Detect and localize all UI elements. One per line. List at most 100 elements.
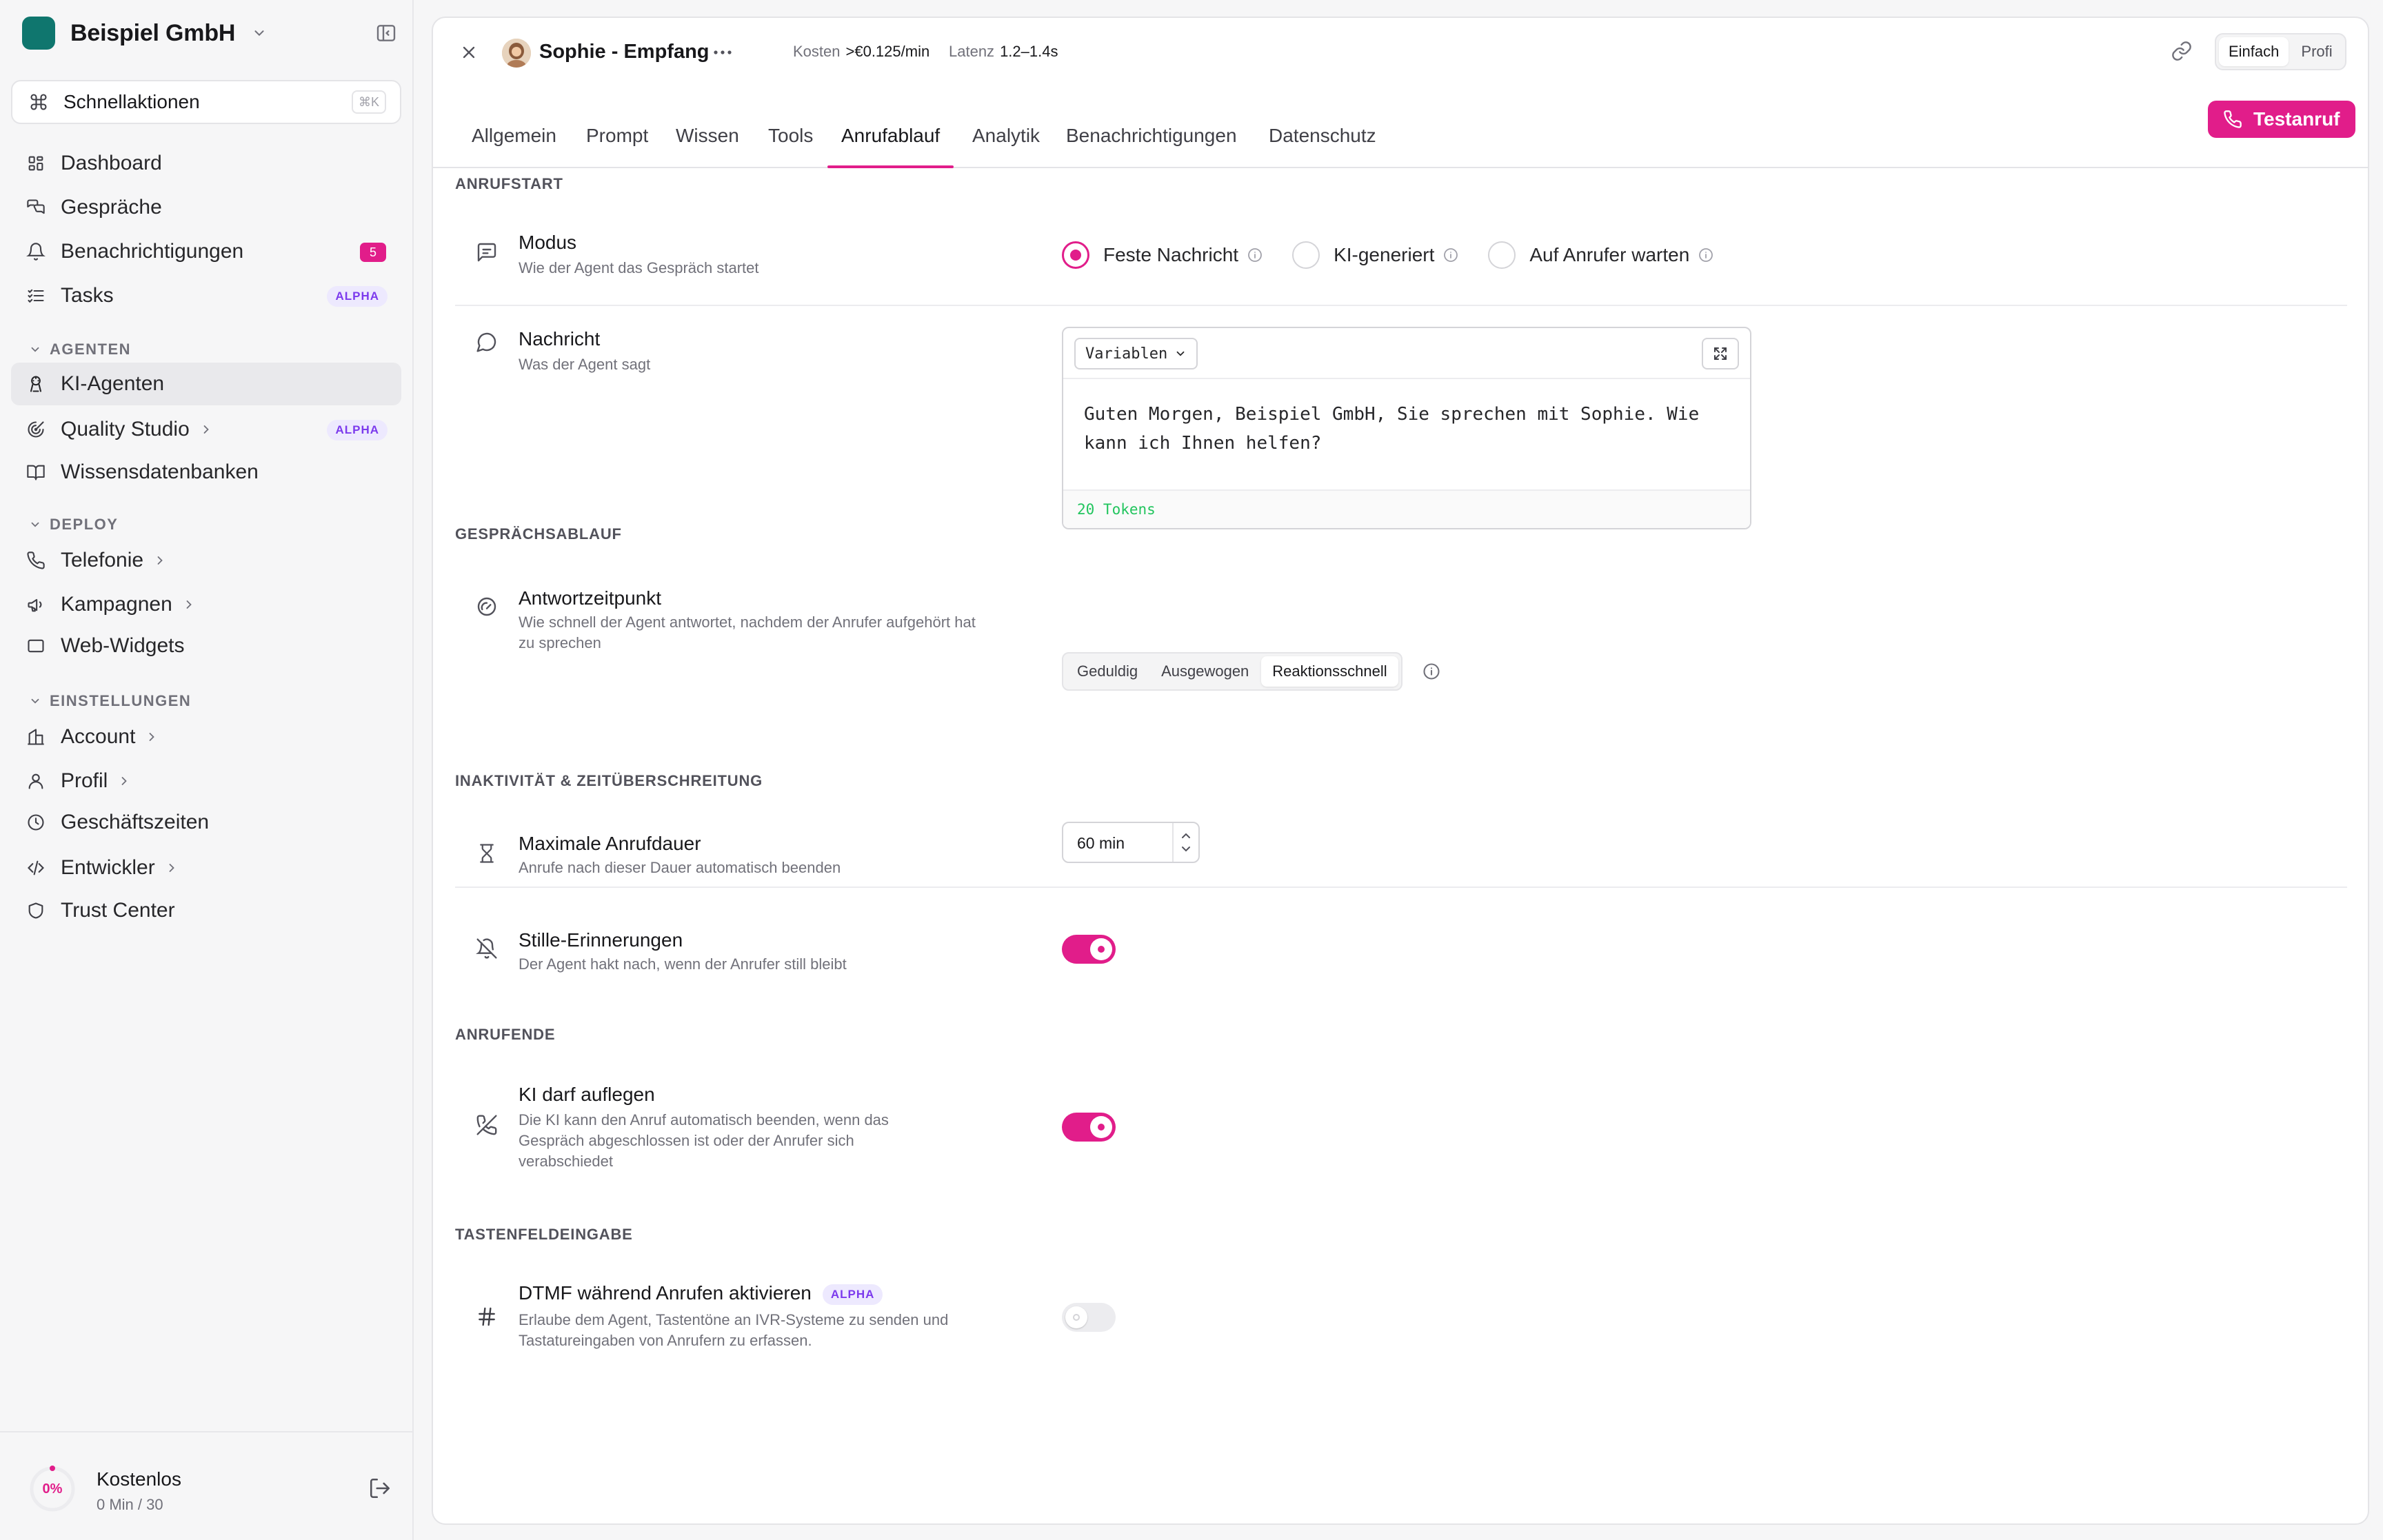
robot-icon [25, 373, 47, 395]
radio-ai-generated[interactable] [1292, 241, 1320, 269]
tab-general[interactable]: Allgemein [472, 105, 556, 167]
chevron-right-icon [153, 554, 167, 567]
max-duration-description: Anrufe nach dieser Dauer automatisch bee… [519, 859, 841, 876]
org-name: Beispiel GmbH [70, 19, 236, 46]
row-divider [455, 305, 2347, 306]
view-mode-toggle: Einfach Profi [2215, 33, 2346, 70]
nav-section-label: DEPLOY [50, 516, 119, 533]
sidebar-item-label: Quality Studio [61, 418, 190, 440]
response-timing-segmented: Geduldig Ausgewogen Reaktionsschnell [1062, 652, 1402, 691]
test-call-button[interactable]: Testanruf [2208, 101, 2355, 138]
message-title: Nachricht [519, 328, 601, 349]
sidebar-item-account[interactable]: Account [11, 716, 401, 758]
list-check-icon [25, 285, 47, 307]
latency-meta: Latenz 1.2–1.4s [949, 43, 1058, 61]
sidebar-item-knowledge-bases[interactable]: Wissensdatenbanken [11, 451, 401, 494]
building-icon [25, 726, 47, 748]
timing-option-balanced[interactable]: Ausgewogen [1150, 656, 1260, 687]
maximize-icon [1714, 347, 1727, 360]
sidebar-item-profile[interactable]: Profil [11, 760, 401, 802]
sidebar-item-label: Dashboard [61, 152, 162, 174]
dtmf-toggle[interactable] [1062, 1303, 1116, 1332]
info-icon[interactable] [1422, 662, 1441, 681]
clock-icon [25, 811, 47, 833]
radio-wait-for-caller[interactable] [1488, 241, 1516, 269]
timing-option-responsive[interactable]: Reaktionsschnell [1261, 656, 1398, 687]
sidebar-item-conversations[interactable]: Gespräche [11, 186, 401, 229]
sidebar-item-label: Entwickler [61, 856, 155, 879]
info-icon[interactable] [1442, 247, 1459, 263]
variables-dropdown[interactable]: Variablen [1074, 338, 1198, 369]
test-call-label: Testanruf [2253, 108, 2340, 130]
avatar [502, 39, 531, 68]
chevron-down-icon [1176, 351, 1185, 356]
silence-reminders-toggle[interactable] [1062, 935, 1116, 964]
message-circle-icon [474, 330, 499, 354]
nav-section-label: EINSTELLUNGEN [50, 692, 192, 709]
book-open-icon [25, 461, 47, 483]
view-mode-simple[interactable]: Einfach [2219, 37, 2289, 66]
message-text[interactable]: Guten Morgen, Beispiel GmbH, Sie spreche… [1084, 400, 1732, 458]
mode-description: Wie der Agent das Gespräch startet [519, 259, 759, 276]
latency-value: 1.2–1.4s [1000, 43, 1058, 60]
sidebar-item-web-widgets[interactable]: Web-Widgets [11, 625, 401, 667]
info-icon[interactable] [1698, 247, 1714, 263]
link-icon[interactable] [2171, 40, 2193, 62]
sidebar-item-telephony[interactable]: Telefonie [11, 539, 401, 582]
sidebar-item-campaigns[interactable]: Kampagnen [11, 583, 401, 626]
section-inactivity: INAKTIVITÄT & ZEITÜBERSCHREITUNG [455, 772, 763, 789]
tab-privacy[interactable]: Datenschutz [1269, 105, 1376, 167]
tab-call-flow[interactable]: Anrufablauf [827, 105, 954, 168]
sidebar-item-tasks[interactable]: Tasks ALPHA [11, 274, 401, 317]
timing-option-patient[interactable]: Geduldig [1066, 656, 1149, 687]
org-logo [22, 17, 55, 50]
close-icon[interactable] [459, 43, 479, 62]
radio-fixed-message[interactable] [1062, 241, 1089, 269]
sidebar-collapse-icon[interactable] [375, 22, 397, 44]
dtmf-description: Erlaube dem Agent, Tastentöne an IVR-Sys… [519, 1311, 949, 1349]
tab-prompt[interactable]: Prompt [586, 105, 648, 167]
more-horizontal-icon[interactable] [712, 44, 734, 61]
sidebar-item-notifications[interactable]: Benachrichtigungen 5 [11, 230, 401, 273]
ai-hangup-title: KI darf auflegen [519, 1084, 655, 1105]
chevron-up-icon [1182, 833, 1190, 838]
sidebar-item-quality-studio[interactable]: Quality Studio ALPHA [11, 408, 401, 451]
nav-section-deploy[interactable]: DEPLOY [29, 514, 118, 535]
org-switcher[interactable]: Beispiel GmbH [22, 15, 267, 51]
tab-knowledge[interactable]: Wissen [676, 105, 739, 167]
plan-usage: 0 Min / 30 [97, 1496, 163, 1513]
nav-section-agents[interactable]: AGENTEN [29, 339, 131, 360]
sidebar-item-dashboard[interactable]: Dashboard [11, 142, 401, 185]
silence-reminders-description: Der Agent hakt nach, wenn der Anrufer st… [519, 955, 847, 973]
tab-tools[interactable]: Tools [768, 105, 813, 167]
agent-settings-panel: Sophie - Empfang Kosten >€0.125/min Laten… [432, 17, 2369, 1525]
sidebar-item-ai-agents[interactable]: KI-Agenten [11, 363, 401, 405]
gauge-icon [474, 594, 499, 619]
expand-editor-button[interactable] [1702, 338, 1739, 369]
ai-hangup-toggle[interactable] [1062, 1113, 1116, 1142]
max-duration-stepper[interactable]: 60 min [1062, 822, 1200, 863]
cost-meta: Kosten >€0.125/min [793, 43, 929, 61]
tab-notifications[interactable]: Benachrichtigungen [1066, 105, 1237, 167]
toggle-knob [1065, 1306, 1087, 1328]
hash-icon [474, 1304, 499, 1329]
sidebar-item-trust-center[interactable]: Trust Center [11, 889, 401, 932]
sidebar-item-label: Telefonie [61, 549, 144, 571]
sidebar-item-developer[interactable]: Entwickler [11, 847, 401, 889]
view-mode-pro[interactable]: Profi [2291, 37, 2342, 66]
quick-actions-button[interactable]: Schnellaktionen ⌘K [11, 80, 401, 124]
mode-title: Modus [519, 232, 577, 253]
sidebar-item-label: KI-Agenten [61, 372, 165, 395]
radio-label: KI-generiert [1334, 244, 1435, 265]
quick-actions-shortcut: ⌘K [351, 90, 386, 114]
sidebar-item-label: Gespräche [61, 196, 162, 219]
shield-icon [25, 900, 47, 922]
sidebar-item-label: Account [61, 725, 136, 748]
tab-analytics[interactable]: Analytik [972, 105, 1040, 167]
info-icon[interactable] [1247, 247, 1263, 263]
alpha-badge: ALPHA [327, 286, 388, 307]
sidebar-item-business-hours[interactable]: Geschäftszeiten [11, 801, 401, 844]
nav-section-settings[interactable]: EINSTELLUNGEN [29, 691, 191, 711]
logout-icon[interactable] [368, 1477, 392, 1500]
phone-off-icon [474, 1113, 499, 1137]
